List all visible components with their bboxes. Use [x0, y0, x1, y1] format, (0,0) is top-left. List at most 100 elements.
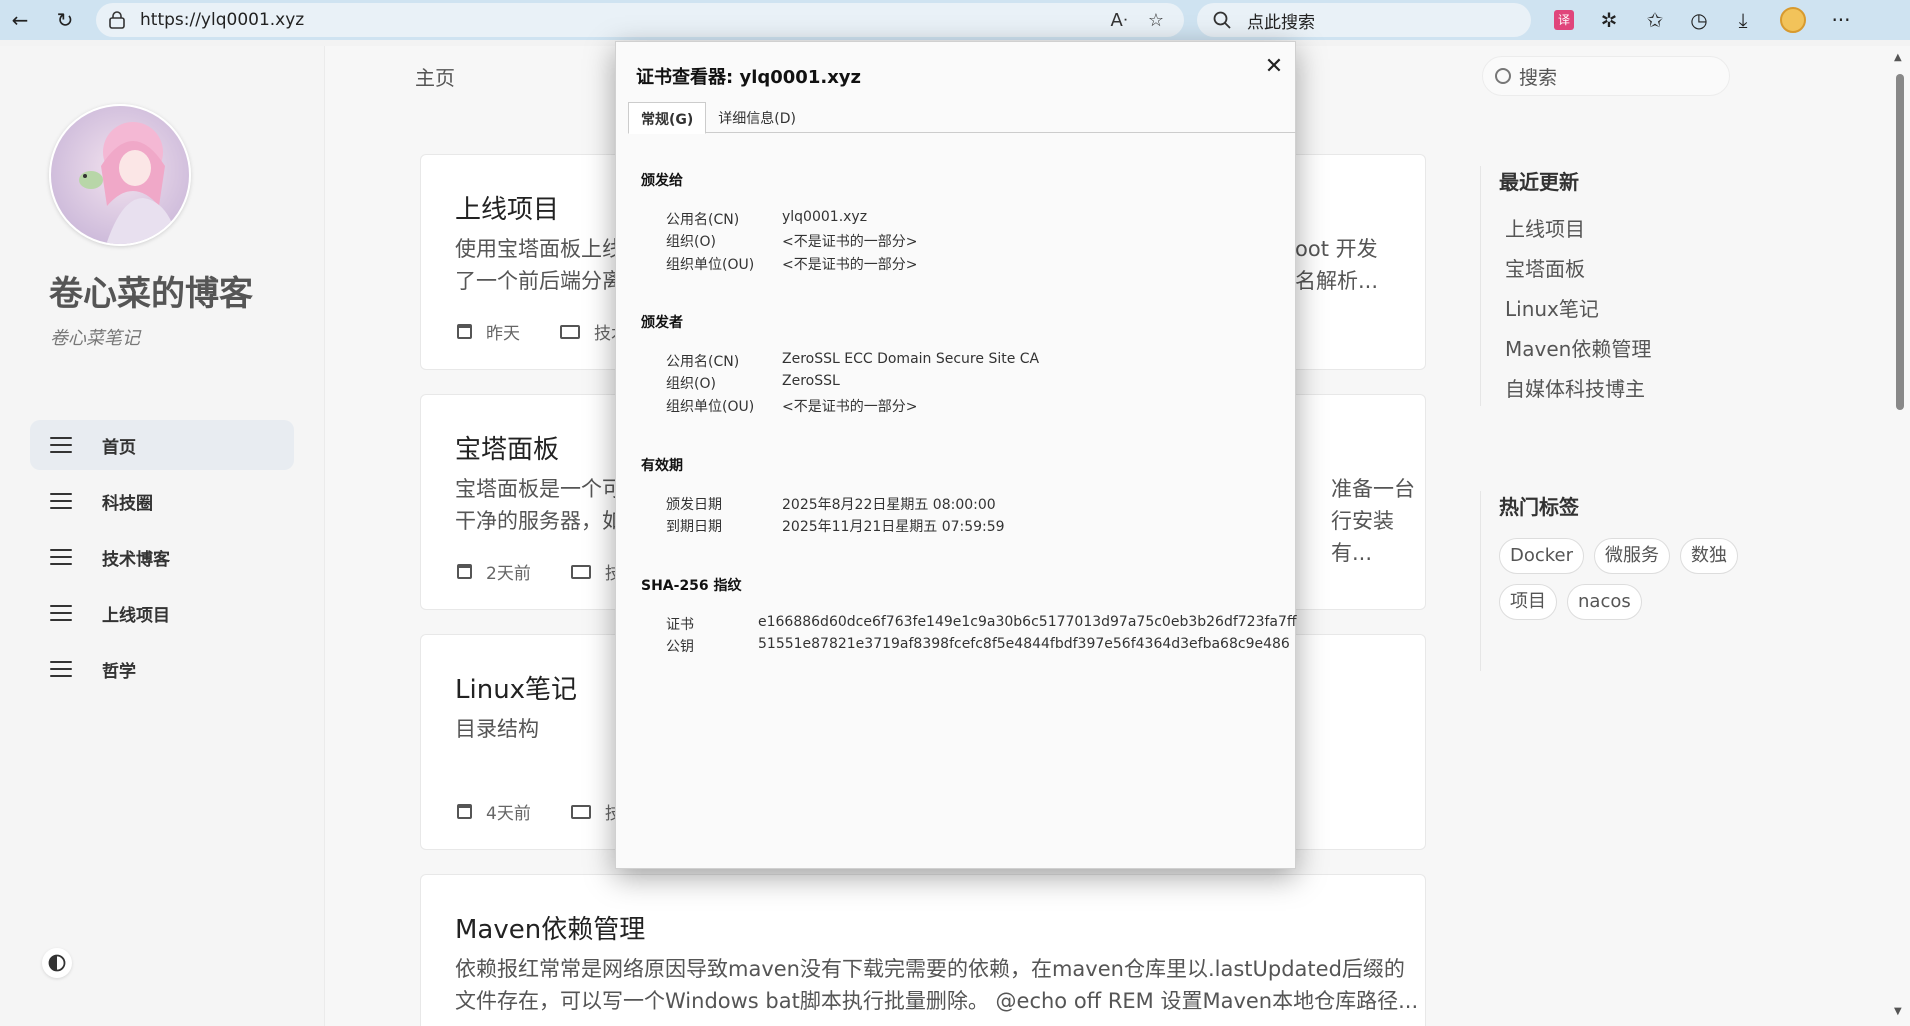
- field-value: ylq0001.xyz: [782, 209, 868, 225]
- field-label: 组织单位(OU): [666, 399, 755, 415]
- post-excerpt: 名解析...: [1295, 269, 1379, 293]
- nav-item-label: 首页: [102, 437, 136, 458]
- post-meta: 昨天 技术: [457, 319, 628, 344]
- post-date: 昨天: [486, 324, 520, 344]
- contrast-icon: [48, 954, 66, 972]
- recent-updates-widget: 最近更新 上线项目 宝塔面板 Linux笔记 Maven依赖管理 自媒体科技博主: [1480, 166, 1720, 406]
- browser-search-box[interactable]: 点此搜索: [1197, 3, 1531, 37]
- issued-to-heading: 颁发给: [641, 173, 683, 189]
- post-excerpt: 准备一台: [1331, 477, 1415, 501]
- menu-icon: [50, 493, 72, 509]
- back-icon[interactable]: ←: [4, 4, 36, 36]
- calendar-icon: [457, 324, 472, 339]
- menu-icon: [50, 437, 72, 453]
- tab-general[interactable]: 常规(G): [628, 102, 707, 134]
- widget-title: 热门标签: [1499, 495, 1579, 519]
- tag-chip[interactable]: 项目: [1499, 584, 1557, 620]
- nav-item-home[interactable]: 首页: [30, 420, 294, 470]
- url-text: https://ylq0001.xyz: [140, 10, 305, 30]
- nav-item-tech-circle[interactable]: 科技圈: [30, 476, 294, 526]
- download-icon[interactable]: ⤓: [1728, 5, 1758, 35]
- calendar-icon: [457, 564, 472, 579]
- browser-toolbar: ← ↻ https://ylq0001.xyz Aᐧ ☆ 点此搜索 译 ✲ ✩ …: [0, 0, 1910, 40]
- nav-item-tech-blog[interactable]: 技术博客: [30, 532, 294, 582]
- post-title[interactable]: Maven依赖管理: [455, 909, 645, 946]
- menu-icon: [50, 549, 72, 565]
- post-excerpt: 行安装有...: [1331, 509, 1394, 565]
- folder-icon: [570, 564, 591, 579]
- field-label: 公钥: [666, 639, 694, 655]
- post-excerpt: oot 开发: [1295, 237, 1378, 261]
- post-title[interactable]: 宝塔面板: [455, 429, 559, 466]
- more-menu-icon[interactable]: ···: [1826, 5, 1856, 35]
- blog-search-input[interactable]: 搜索: [1482, 56, 1730, 96]
- field-value: ZeroSSL ECC Domain Secure Site CA: [782, 351, 1040, 367]
- post-excerpt: 了一个前后端分离: [455, 269, 623, 293]
- history-icon[interactable]: ◷: [1684, 5, 1714, 35]
- post-meta: 2天前 技: [457, 559, 622, 584]
- nav-item-philosophy[interactable]: 哲学: [30, 644, 294, 694]
- read-aloud-icon[interactable]: Aᐧ: [1106, 8, 1132, 32]
- validity-heading: 有效期: [641, 458, 683, 474]
- post-card[interactable]: Maven依赖管理 依赖报红常常是网络原因导致maven没有下载完需要的依赖，在…: [420, 874, 1426, 1026]
- refresh-icon[interactable]: ↻: [49, 4, 81, 36]
- field-label: 颁发日期: [666, 497, 722, 513]
- recent-link[interactable]: 宝塔面板: [1499, 249, 1720, 289]
- menu-icon: [50, 661, 72, 677]
- recent-link[interactable]: Maven依赖管理: [1499, 329, 1720, 369]
- recent-link[interactable]: 上线项目: [1499, 209, 1720, 249]
- nav-item-projects[interactable]: 上线项目: [30, 588, 294, 638]
- tag-chip[interactable]: Docker: [1499, 538, 1585, 574]
- certificate-viewer-dialog: 证书查看器: ylq0001.xyz ✕ 常规(G) 详细信息(D) 颁发给 公…: [615, 41, 1297, 869]
- avatar[interactable]: [49, 104, 191, 246]
- post-date: 4天前: [486, 804, 531, 824]
- tag-list: Docker 微服务 数独 项目 nacos: [1499, 538, 1749, 630]
- tab-details[interactable]: 详细信息(D): [706, 102, 808, 133]
- scroll-down-arrow-icon[interactable]: ▼: [1894, 1006, 1902, 1017]
- recent-link[interactable]: Linux笔记: [1499, 289, 1720, 329]
- field-value: e166886d60dce6f763fe149e1c9a30b6c5177013…: [758, 614, 1297, 630]
- recent-link[interactable]: 自媒体科技博主: [1499, 369, 1720, 409]
- field-value: <不是证书的一部分>: [782, 257, 918, 273]
- field-label: 组织(O): [666, 234, 716, 250]
- site-subtitle: 卷心菜笔记: [50, 328, 140, 349]
- tag-chip[interactable]: 数独: [1680, 538, 1739, 574]
- profile-avatar-icon[interactable]: [1778, 5, 1808, 35]
- post-excerpt: 干净的服务器，如: [455, 509, 623, 533]
- page-scrollbar[interactable]: ▲ ▼: [1890, 46, 1910, 1026]
- theme-toggle-button[interactable]: [42, 948, 72, 978]
- post-excerpt: 宝塔面板是一个可: [455, 477, 623, 501]
- favorites-icon[interactable]: ✩: [1640, 5, 1670, 35]
- post-date: 2天前: [486, 564, 531, 584]
- dialog-tabs: 常规(G) 详细信息(D): [628, 102, 1297, 134]
- calendar-icon: [457, 804, 472, 819]
- hot-tags-widget: 热门标签 Docker 微服务 数独 项目 nacos: [1480, 491, 1739, 671]
- sidebar-nav: 首页 科技圈 技术博客 上线项目 哲学: [30, 420, 294, 700]
- menu-icon: [50, 605, 72, 621]
- lock-icon[interactable]: [106, 9, 128, 31]
- search-icon: [1495, 68, 1511, 84]
- extensions-icon[interactable]: ✲: [1594, 5, 1624, 35]
- scroll-up-arrow-icon[interactable]: ▲: [1894, 52, 1902, 63]
- breadcrumb[interactable]: 主页: [415, 62, 455, 91]
- favorite-star-icon[interactable]: ☆: [1143, 8, 1169, 32]
- field-value: <不是证书的一部分>: [782, 234, 918, 250]
- site-title[interactable]: 卷心菜的博客: [49, 266, 253, 315]
- field-label: 到期日期: [666, 519, 722, 535]
- translate-extension-icon[interactable]: 译: [1549, 5, 1579, 35]
- field-value: <不是证书的一部分>: [782, 399, 918, 415]
- folder-icon: [570, 804, 591, 819]
- address-bar[interactable]: https://ylq0001.xyz Aᐧ ☆: [96, 3, 1184, 37]
- folder-icon: [560, 324, 580, 339]
- close-icon[interactable]: ✕: [1259, 51, 1289, 81]
- post-title[interactable]: 上线项目: [455, 189, 559, 226]
- field-label: 公用名(CN): [666, 354, 740, 370]
- scrollbar-thumb[interactable]: [1896, 74, 1904, 410]
- search-icon: [1213, 11, 1231, 29]
- tag-chip[interactable]: 微服务: [1594, 538, 1671, 574]
- tag-chip[interactable]: nacos: [1567, 584, 1642, 620]
- widget-title: 最近更新: [1499, 170, 1579, 194]
- post-excerpt: 依赖报红常常是网络原因导致maven没有下载完需要的依赖，在maven仓库里以.…: [455, 957, 1405, 981]
- field-value: 2025年8月22日星期五 08:00:00: [782, 497, 996, 513]
- post-title[interactable]: Linux笔记: [455, 669, 577, 706]
